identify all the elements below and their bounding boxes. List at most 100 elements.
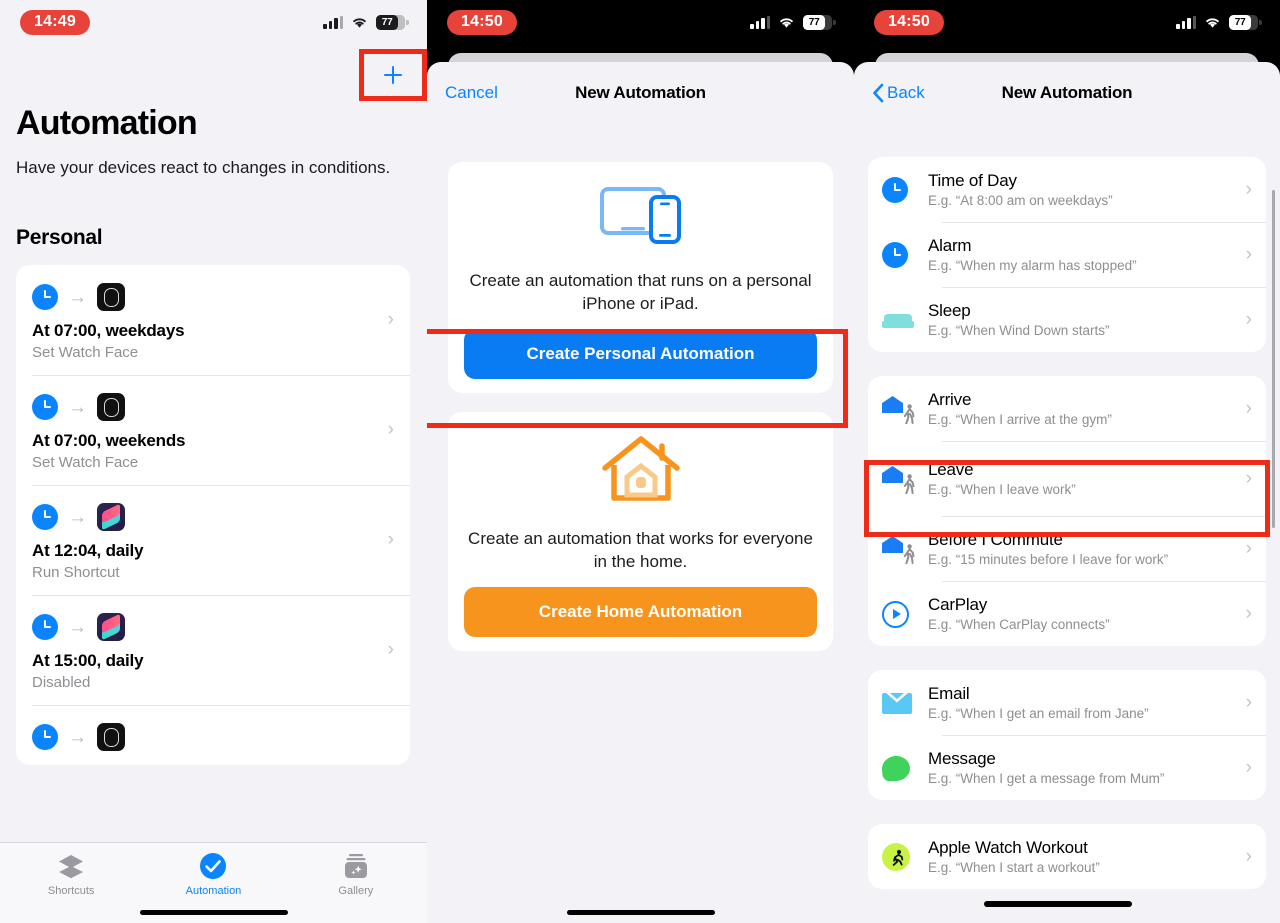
list-item-title: At 07:00, weekends [32,431,186,450]
list-item[interactable]: → [16,705,410,765]
tab-gallery[interactable]: Gallery [285,851,427,897]
devices-icon [464,184,817,251]
chevron-right-icon: › [1245,603,1252,624]
wifi-icon [351,16,368,29]
create-personal-automation-button[interactable]: Create Personal Automation [464,329,817,379]
list-item-title: CarPlay [928,595,988,614]
screen-automation-list: 14:49 77 Automation Have your devices re… [0,0,427,923]
status-bar-right: 14:50 77 [854,0,1280,44]
chevron-right-icon: › [1245,309,1252,330]
list-item-title: At 15:00, daily [32,651,144,670]
arrow-right-icon: → [68,506,87,528]
list-item-subtitle: E.g. “When I leave work” [928,482,1076,497]
tab-label: Automation [185,885,242,897]
tab-shortcuts[interactable]: Shortcuts [0,851,142,897]
wifi-icon [778,16,795,29]
list-item-title: Sleep [928,301,971,320]
list-item-subtitle: E.g. “15 minutes before I leave for work… [928,552,1169,567]
trigger-group-fitness: Apple Watch Workout E.g. “When I start a… [868,824,1266,889]
trigger-text: Before I Commute E.g. “15 minutes before… [928,529,1246,567]
list-item[interactable]: Message E.g. “When I get a message from … [868,735,1266,800]
scroll-indicator[interactable] [1271,190,1275,528]
status-time: 14:49 [20,9,90,35]
cancel-button[interactable]: Cancel [445,83,498,103]
list-item-title: Time of Day [928,171,1017,190]
trigger-group-communication: Email E.g. “When I get an email from Jan… [868,670,1266,800]
trigger-text: Time of Day E.g. “At 8:00 am on weekdays… [928,170,1246,208]
chevron-right-icon: › [1245,179,1252,200]
list-item-title: At 12:04, daily [32,541,144,560]
apple-watch-icon [97,393,125,421]
list-item-title: Arrive [928,390,972,409]
carplay-icon [882,594,928,634]
row-icons: → [32,613,394,641]
list-item[interactable]: → At 15:00, daily Disabled › [16,595,410,705]
chevron-right-icon: › [387,419,394,440]
trigger-text: Arrive E.g. “When I arrive at the gym” [928,389,1246,427]
home-indicator [984,901,1132,907]
list-item-subtitle: E.g. “When Wind Down starts” [928,323,1110,338]
list-item[interactable]: Sleep E.g. “When Wind Down starts” › [868,287,1266,352]
cellular-signal-icon [323,15,343,29]
trigger-text: Message E.g. “When I get a message from … [928,748,1246,786]
cellular-signal-icon [750,15,770,29]
chevron-right-icon: › [1245,244,1252,265]
tab-automation[interactable]: Automation [142,851,284,897]
row-icons: → [32,723,394,751]
screen-trigger-picker: 14:50 77 Back New Automation Time of Day… [854,0,1280,923]
list-item-subtitle: Run Shortcut [32,564,120,581]
add-automation-button[interactable] [364,54,422,96]
battery-icon: 77 [376,14,409,30]
battery-percent: 77 [1234,16,1246,28]
chevron-right-icon: › [1245,538,1252,559]
status-indicators: 77 [750,14,836,30]
cellular-signal-icon [1176,15,1196,29]
create-home-automation-button[interactable]: Create Home Automation [464,587,817,637]
list-item[interactable]: → At 07:00, weekdays Set Watch Face › [16,265,410,375]
list-item[interactable]: Time of Day E.g. “At 8:00 am on weekdays… [868,157,1266,222]
clock-icon [32,614,58,640]
chevron-right-icon: › [1245,468,1252,489]
status-indicators: 77 [323,14,409,30]
battery-icon: 77 [803,14,836,30]
trigger-text: Leave E.g. “When I leave work” [928,459,1246,497]
list-item-subtitle: E.g. “When my alarm has stopped” [928,258,1137,273]
row-icons: → [32,283,394,311]
personal-automation-description: Create an automation that runs on a pers… [469,271,812,313]
chevron-right-icon: › [1245,757,1252,778]
list-item-subtitle: E.g. “At 8:00 am on weekdays” [928,193,1113,208]
bed-icon [882,300,928,340]
gallery-icon [342,851,370,881]
new-automation-sheet: Cancel New Automation Create an automati… [427,62,854,923]
row-icons: → [32,503,394,531]
battery-percent: 77 [381,16,393,28]
list-item[interactable]: Apple Watch Workout E.g. “When I start a… [868,824,1266,889]
list-item-subtitle: E.g. “When CarPlay connects” [928,617,1110,632]
home-automation-description: Create an automation that works for ever… [468,529,813,571]
workout-icon [882,837,928,877]
list-item[interactable]: Email E.g. “When I get an email from Jan… [868,670,1266,735]
arrow-right-icon: → [68,286,87,308]
arrow-right-icon: → [68,726,87,748]
trigger-text: Alarm E.g. “When my alarm has stopped” [928,235,1246,273]
arrow-right-icon: → [68,396,87,418]
list-item[interactable]: → At 12:04, daily Run Shortcut › [16,485,410,595]
list-item-leave[interactable]: Leave E.g. “When I leave work” › [868,441,1266,516]
list-item[interactable]: CarPlay E.g. “When CarPlay connects” › [868,581,1266,646]
list-item-subtitle: E.g. “When I get an email from Jane” [928,706,1149,721]
list-item[interactable]: Alarm E.g. “When my alarm has stopped” › [868,222,1266,287]
status-time: 14:50 [447,9,517,35]
list-item[interactable]: Before I Commute E.g. “15 minutes before… [868,516,1266,581]
section-header-personal: Personal [16,226,103,249]
list-item[interactable]: → At 07:00, weekends Set Watch Face › [16,375,410,485]
chevron-right-icon: › [387,309,394,330]
home-indicator [139,910,288,915]
list-item-title: Apple Watch Workout [928,838,1088,857]
clock-icon [882,235,928,275]
battery-icon: 77 [1229,14,1262,30]
home-automation-card: Create an automation that works for ever… [448,412,833,651]
tab-label: Gallery [338,885,374,897]
shortcuts-app-icon [97,613,125,641]
list-item[interactable]: Arrive E.g. “When I arrive at the gym” › [868,376,1266,441]
back-button[interactable]: Back [872,83,925,103]
